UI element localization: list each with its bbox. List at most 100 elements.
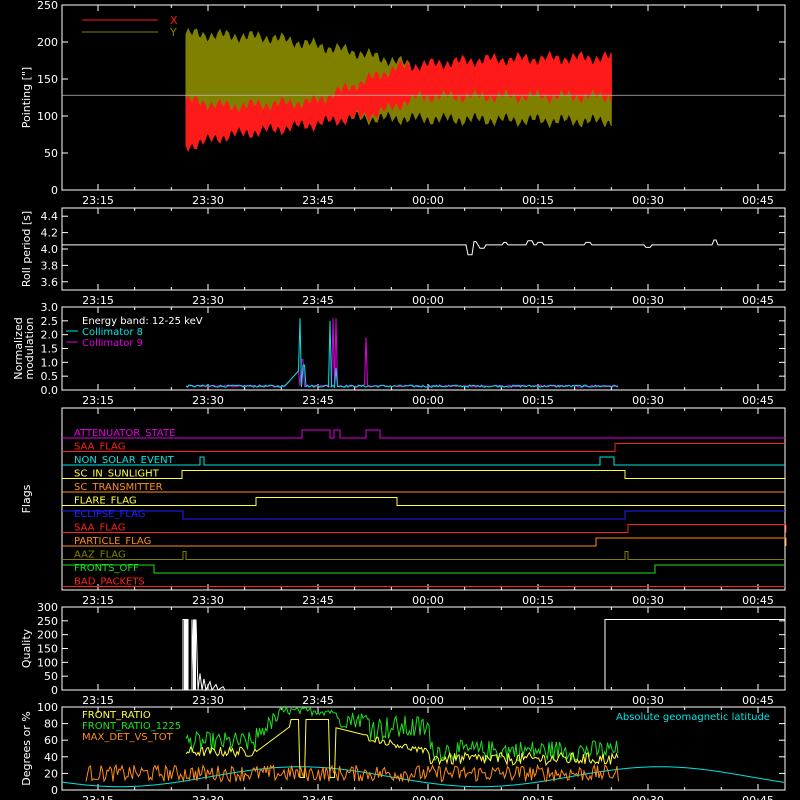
quality-ytick-label: 150 xyxy=(37,643,58,656)
roll-xtick-label: 23:15 xyxy=(82,294,114,307)
flag-label: BAD_PACKETS xyxy=(74,577,145,588)
flags-xtick-label: 00:45 xyxy=(742,594,774,607)
quality-xtick-label: 00:30 xyxy=(632,694,664,707)
flag-label: ECLIPSE_FLAG xyxy=(74,509,145,520)
pointing-xtick-label: 23:15 xyxy=(82,194,114,207)
quality-ytick-label: 300 xyxy=(37,601,58,614)
flags-xtick-label: 00:15 xyxy=(522,594,554,607)
quality-xtick-label: 00:15 xyxy=(522,694,554,707)
lightcurve-figure: 23:15 23:30 23:45 00:00 00:15 00:30 00:4505010… xyxy=(12,0,787,800)
roll-ytick-label: 4.4 xyxy=(41,210,59,223)
ratios-ytick-label: 80 xyxy=(44,718,58,731)
quality-ytick-label: 100 xyxy=(37,656,58,669)
quality-xtick-label: 00:00 xyxy=(412,694,444,707)
flag-label: AAZ_FLAG xyxy=(74,550,126,561)
roll-ytick-label: 3.8 xyxy=(41,259,59,272)
ratios-xtick-label: 23:45 xyxy=(302,794,334,800)
roll-ytick-label: 3.6 xyxy=(41,276,59,289)
ratios-ytick-label: 100 xyxy=(37,701,58,714)
flags-xtick-label: 23:45 xyxy=(302,594,334,607)
ratios-xtick-label: 00:15 xyxy=(522,794,554,800)
ratios-ytick-label: 20 xyxy=(44,767,58,780)
quality-ytick-label: 200 xyxy=(37,629,58,642)
flag-label: FLARE_FLAG xyxy=(74,496,137,507)
roll-xtick-label: 23:30 xyxy=(192,294,224,307)
flag-label: SAA_FLAG xyxy=(74,523,125,534)
pointing-ytick-label: 150 xyxy=(37,73,58,86)
quality-xtick-label: 00:45 xyxy=(742,694,774,707)
mod-legend-label: Energy band: 12-25 keV xyxy=(82,316,203,327)
ratios-xtick-label: 23:15 xyxy=(82,794,114,800)
quality-line xyxy=(62,619,785,692)
pointing-ylabel: Pointing ["] xyxy=(20,67,33,128)
ratios-series-front-ratio xyxy=(185,719,619,778)
flag-label: ATTENUATOR_STATE xyxy=(74,428,175,439)
pointing-xtick-label: 23:30 xyxy=(192,194,224,207)
flag-label: FRONTS_OFF xyxy=(74,563,139,574)
mod-xtick-label: 00:15 xyxy=(522,394,554,407)
quality-spike xyxy=(193,619,196,690)
flags-xtick-label: 23:30 xyxy=(192,594,224,607)
roll-ytick-label: 4.2 xyxy=(41,227,59,240)
flag-label: SC_TRANSMITTER xyxy=(74,482,163,493)
pointing-xtick-label: 00:00 xyxy=(412,194,444,207)
flag-line-fronts_off xyxy=(62,564,785,574)
flag-line-sc_in_sunlight xyxy=(62,470,785,479)
ratios-ytick-label: 40 xyxy=(44,751,58,764)
pointing-xtick-label: 00:15 xyxy=(522,194,554,207)
quality-ylabel: Quality xyxy=(20,628,33,668)
flag-line-particle_flag xyxy=(62,537,787,547)
mod-ytick-label: 1.0 xyxy=(41,356,59,369)
quality-xtick-label: 23:30 xyxy=(192,694,224,707)
mod-xtick-label: 23:15 xyxy=(82,394,114,407)
mod-ytick-label: 2.5 xyxy=(41,315,59,328)
mod-xtick-label: 23:45 xyxy=(302,394,334,407)
roll-period-line xyxy=(62,239,784,256)
flag-line-saa_flag xyxy=(62,524,787,533)
quality-xtick-label: 23:45 xyxy=(302,694,334,707)
ratios-xtick-label: 00:30 xyxy=(632,794,664,800)
ratios-annotation: Absolute geomagnetic latitude xyxy=(616,712,770,723)
pointing-legend-label: Y xyxy=(169,26,177,39)
ratios-xtick-label: 00:45 xyxy=(742,794,774,800)
quality-spike xyxy=(184,619,188,690)
ratios-ytick-label: 60 xyxy=(44,734,58,747)
roll-ytick-label: 4.0 xyxy=(41,243,59,256)
ratios-xtick-label: 23:30 xyxy=(192,794,224,800)
mod-ytick-label: 3.0 xyxy=(41,301,59,314)
ratios-legend-label: FRONT_RATIO xyxy=(82,710,151,721)
pointing-ytick-label: 50 xyxy=(44,147,58,160)
pointing-ytick-label: 0 xyxy=(51,184,58,197)
flags-ylabel: Flags xyxy=(20,484,33,513)
roll-xtick-label: 00:00 xyxy=(412,294,444,307)
flag-line-flare_flag xyxy=(62,497,785,506)
quality-xtick-label: 23:15 xyxy=(82,694,114,707)
roll-xtick-label: 23:45 xyxy=(302,294,334,307)
quality-ytick-label: 250 xyxy=(37,615,58,628)
mod-series-c8 xyxy=(185,318,619,389)
flag-line-saa_flag xyxy=(62,443,785,452)
flags-xtick-label: 23:15 xyxy=(82,594,114,607)
mod-legend-label: Collimator 8 xyxy=(82,327,143,338)
quality-ytick-label: 50 xyxy=(44,670,58,683)
quality-ytick-label: 0 xyxy=(51,684,58,697)
mod-xtick-label: 00:45 xyxy=(742,394,774,407)
roll-ylabel: Roll period [s] xyxy=(20,211,33,287)
ratios-series-max-det-vs-tot xyxy=(85,763,619,784)
mod-series-c9 xyxy=(185,318,619,388)
mod-legend-label: Collimator 9 xyxy=(82,338,143,349)
mod-xtick-label: 00:00 xyxy=(412,394,444,407)
flags-xtick-label: 00:00 xyxy=(412,594,444,607)
pointing-xtick-label: 00:45 xyxy=(742,194,774,207)
pointing-xtick-label: 00:30 xyxy=(632,194,664,207)
ratios-xtick-label: 00:00 xyxy=(412,794,444,800)
mod-ytick-label: 0.5 xyxy=(41,370,59,383)
mod-ytick-label: 0.0 xyxy=(41,384,59,397)
pointing-ytick-label: 250 xyxy=(37,0,58,12)
mod-ytick-label: 1.5 xyxy=(41,343,59,356)
flags-xtick-label: 00:30 xyxy=(632,594,664,607)
pointing-xtick-label: 23:45 xyxy=(302,194,334,207)
ratios-ytick-label: 0 xyxy=(51,784,58,797)
ratios-legend-label: MAX_DET_VS_TOT xyxy=(82,732,174,743)
roll-xtick-label: 00:30 xyxy=(632,294,664,307)
